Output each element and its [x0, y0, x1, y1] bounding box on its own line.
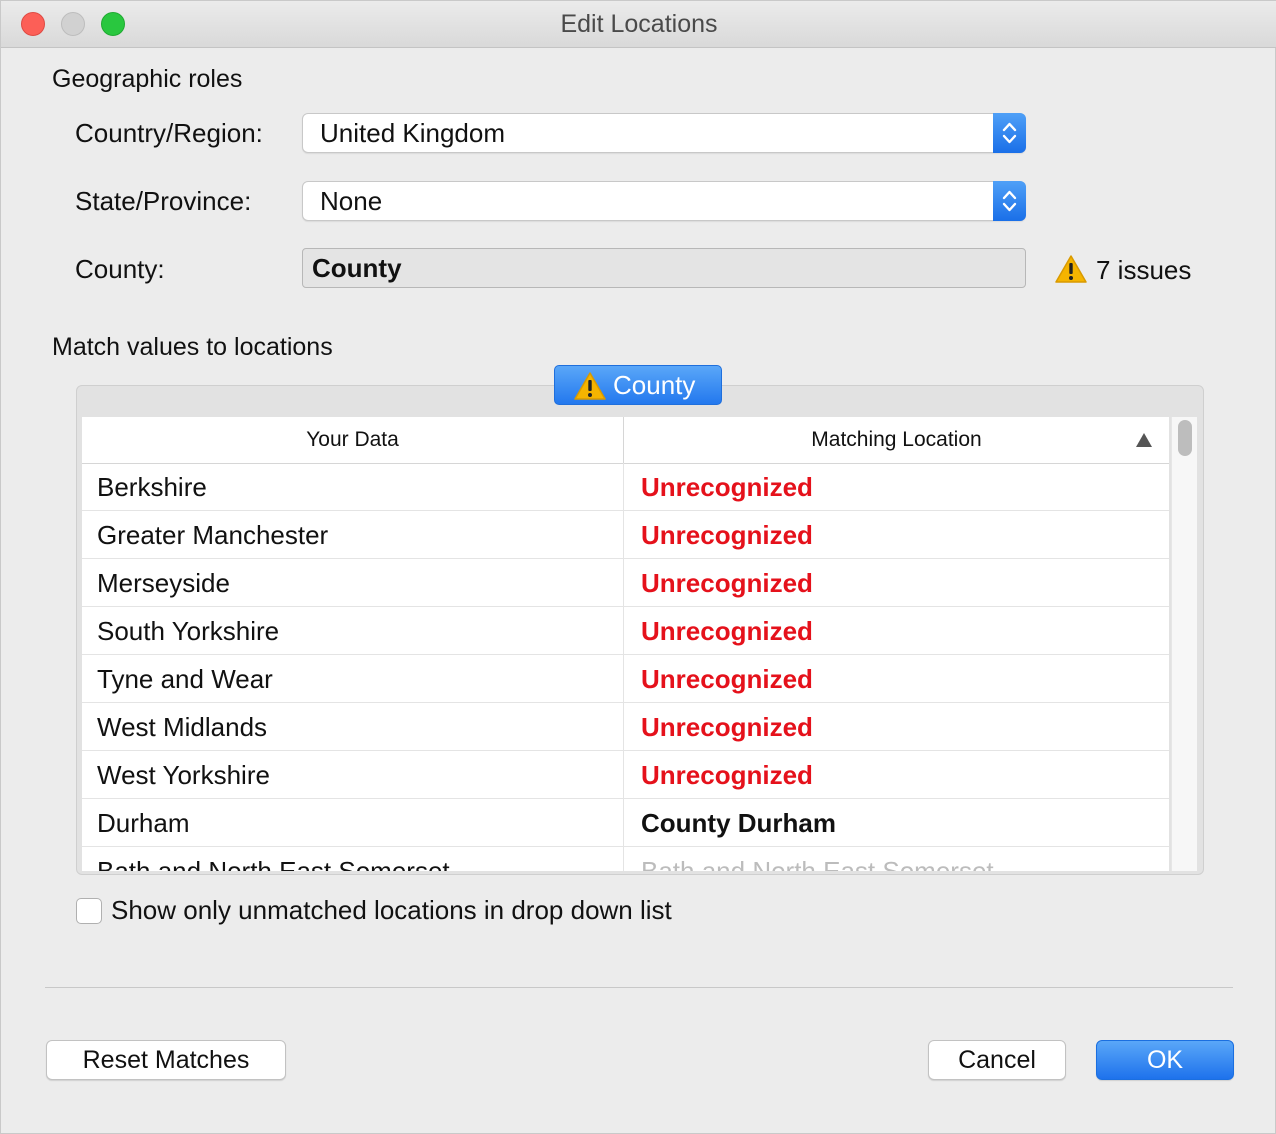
table-row[interactable]: Durham County Durham	[82, 799, 1169, 847]
column-header-matching-location-label: Matching Location	[811, 428, 982, 451]
show-unmatched-label[interactable]: Show only unmatched locations in drop do…	[111, 895, 672, 926]
up-down-chevron-icon	[993, 181, 1026, 221]
table-row[interactable]: Tyne and Wear Unrecognized	[82, 655, 1169, 703]
your-data-cell: West Midlands	[97, 712, 268, 742]
geographic-roles-heading: Geographic roles	[52, 65, 243, 93]
table-header: Your Data Matching Location	[82, 417, 1169, 464]
table-row[interactable]: Merseyside Unrecognized	[82, 559, 1169, 607]
column-header-your-data[interactable]: Your Data	[82, 417, 624, 463]
your-data-cell: West Yorkshire	[97, 760, 270, 790]
table-row[interactable]: Bath and North East Somerset Bath and Nor…	[82, 847, 1169, 871]
county-field-value: County	[312, 253, 402, 283]
matching-location-cell[interactable]: Unrecognized	[641, 751, 813, 799]
edit-locations-dialog: Edit Locations Geographic roles Country/…	[0, 0, 1276, 1134]
country-region-select[interactable]: United Kingdom	[302, 113, 1026, 153]
your-data-cell: Berkshire	[97, 472, 207, 502]
sort-ascending-icon	[1136, 433, 1152, 447]
show-unmatched-checkbox[interactable]	[76, 898, 102, 924]
county-field: County	[302, 248, 1026, 288]
table-row[interactable]: Greater Manchester Unrecognized	[82, 511, 1169, 559]
title-bar: Edit Locations	[1, 1, 1276, 48]
table-row[interactable]: West Yorkshire Unrecognized	[82, 751, 1169, 799]
window-title: Edit Locations	[560, 10, 718, 38]
scrollbar-thumb[interactable]	[1178, 420, 1192, 456]
your-data-cell: Tyne and Wear	[97, 664, 273, 694]
warning-icon	[574, 372, 606, 400]
country-region-value: United Kingdom	[320, 118, 505, 148]
tab-county-label: County	[613, 370, 696, 400]
matching-location-cell[interactable]: Unrecognized	[641, 559, 813, 607]
matching-location-cell[interactable]: Unrecognized	[641, 463, 813, 511]
your-data-cell: South Yorkshire	[97, 616, 280, 646]
tab-county[interactable]: County	[554, 365, 722, 405]
table-row[interactable]: West Midlands Unrecognized	[82, 703, 1169, 751]
warning-icon	[1055, 255, 1087, 283]
matching-location-cell[interactable]: Unrecognized	[641, 607, 813, 655]
reset-matches-button[interactable]: Reset Matches	[46, 1040, 286, 1080]
matching-location-cell[interactable]: Unrecognized	[641, 511, 813, 559]
your-data-cell: Bath and North East Somerset	[97, 856, 450, 871]
country-region-label: Country/Region:	[75, 118, 263, 148]
table-row[interactable]: South Yorkshire Unrecognized	[82, 607, 1169, 655]
table-scrollbar[interactable]	[1171, 417, 1197, 871]
issues-count: 7 issues	[1096, 255, 1192, 285]
your-data-cell: Merseyside	[97, 568, 230, 598]
footer-divider	[45, 987, 1233, 988]
ok-button[interactable]: OK	[1096, 1040, 1234, 1080]
your-data-cell: Greater Manchester	[97, 520, 329, 550]
matching-location-cell[interactable]: Unrecognized	[641, 703, 813, 751]
state-province-select[interactable]: None	[302, 181, 1026, 221]
column-header-matching-location[interactable]: Matching Location	[624, 417, 1169, 463]
match-values-heading: Match values to locations	[52, 333, 333, 361]
up-down-chevron-icon	[993, 113, 1026, 153]
county-label: County:	[75, 254, 165, 284]
match-table: Your Data Matching Location Berkshire Unr…	[82, 417, 1169, 871]
cancel-button[interactable]: Cancel	[928, 1040, 1066, 1080]
table-row[interactable]: Berkshire Unrecognized	[82, 463, 1169, 511]
matching-location-cell[interactable]: County Durham	[641, 799, 836, 847]
state-province-label: State/Province:	[75, 186, 252, 216]
matching-location-cell[interactable]: Unrecognized	[641, 655, 813, 703]
matching-location-cell[interactable]: Bath and North East Somerset	[641, 847, 994, 871]
state-province-value: None	[320, 186, 383, 216]
your-data-cell: Durham	[97, 808, 190, 838]
